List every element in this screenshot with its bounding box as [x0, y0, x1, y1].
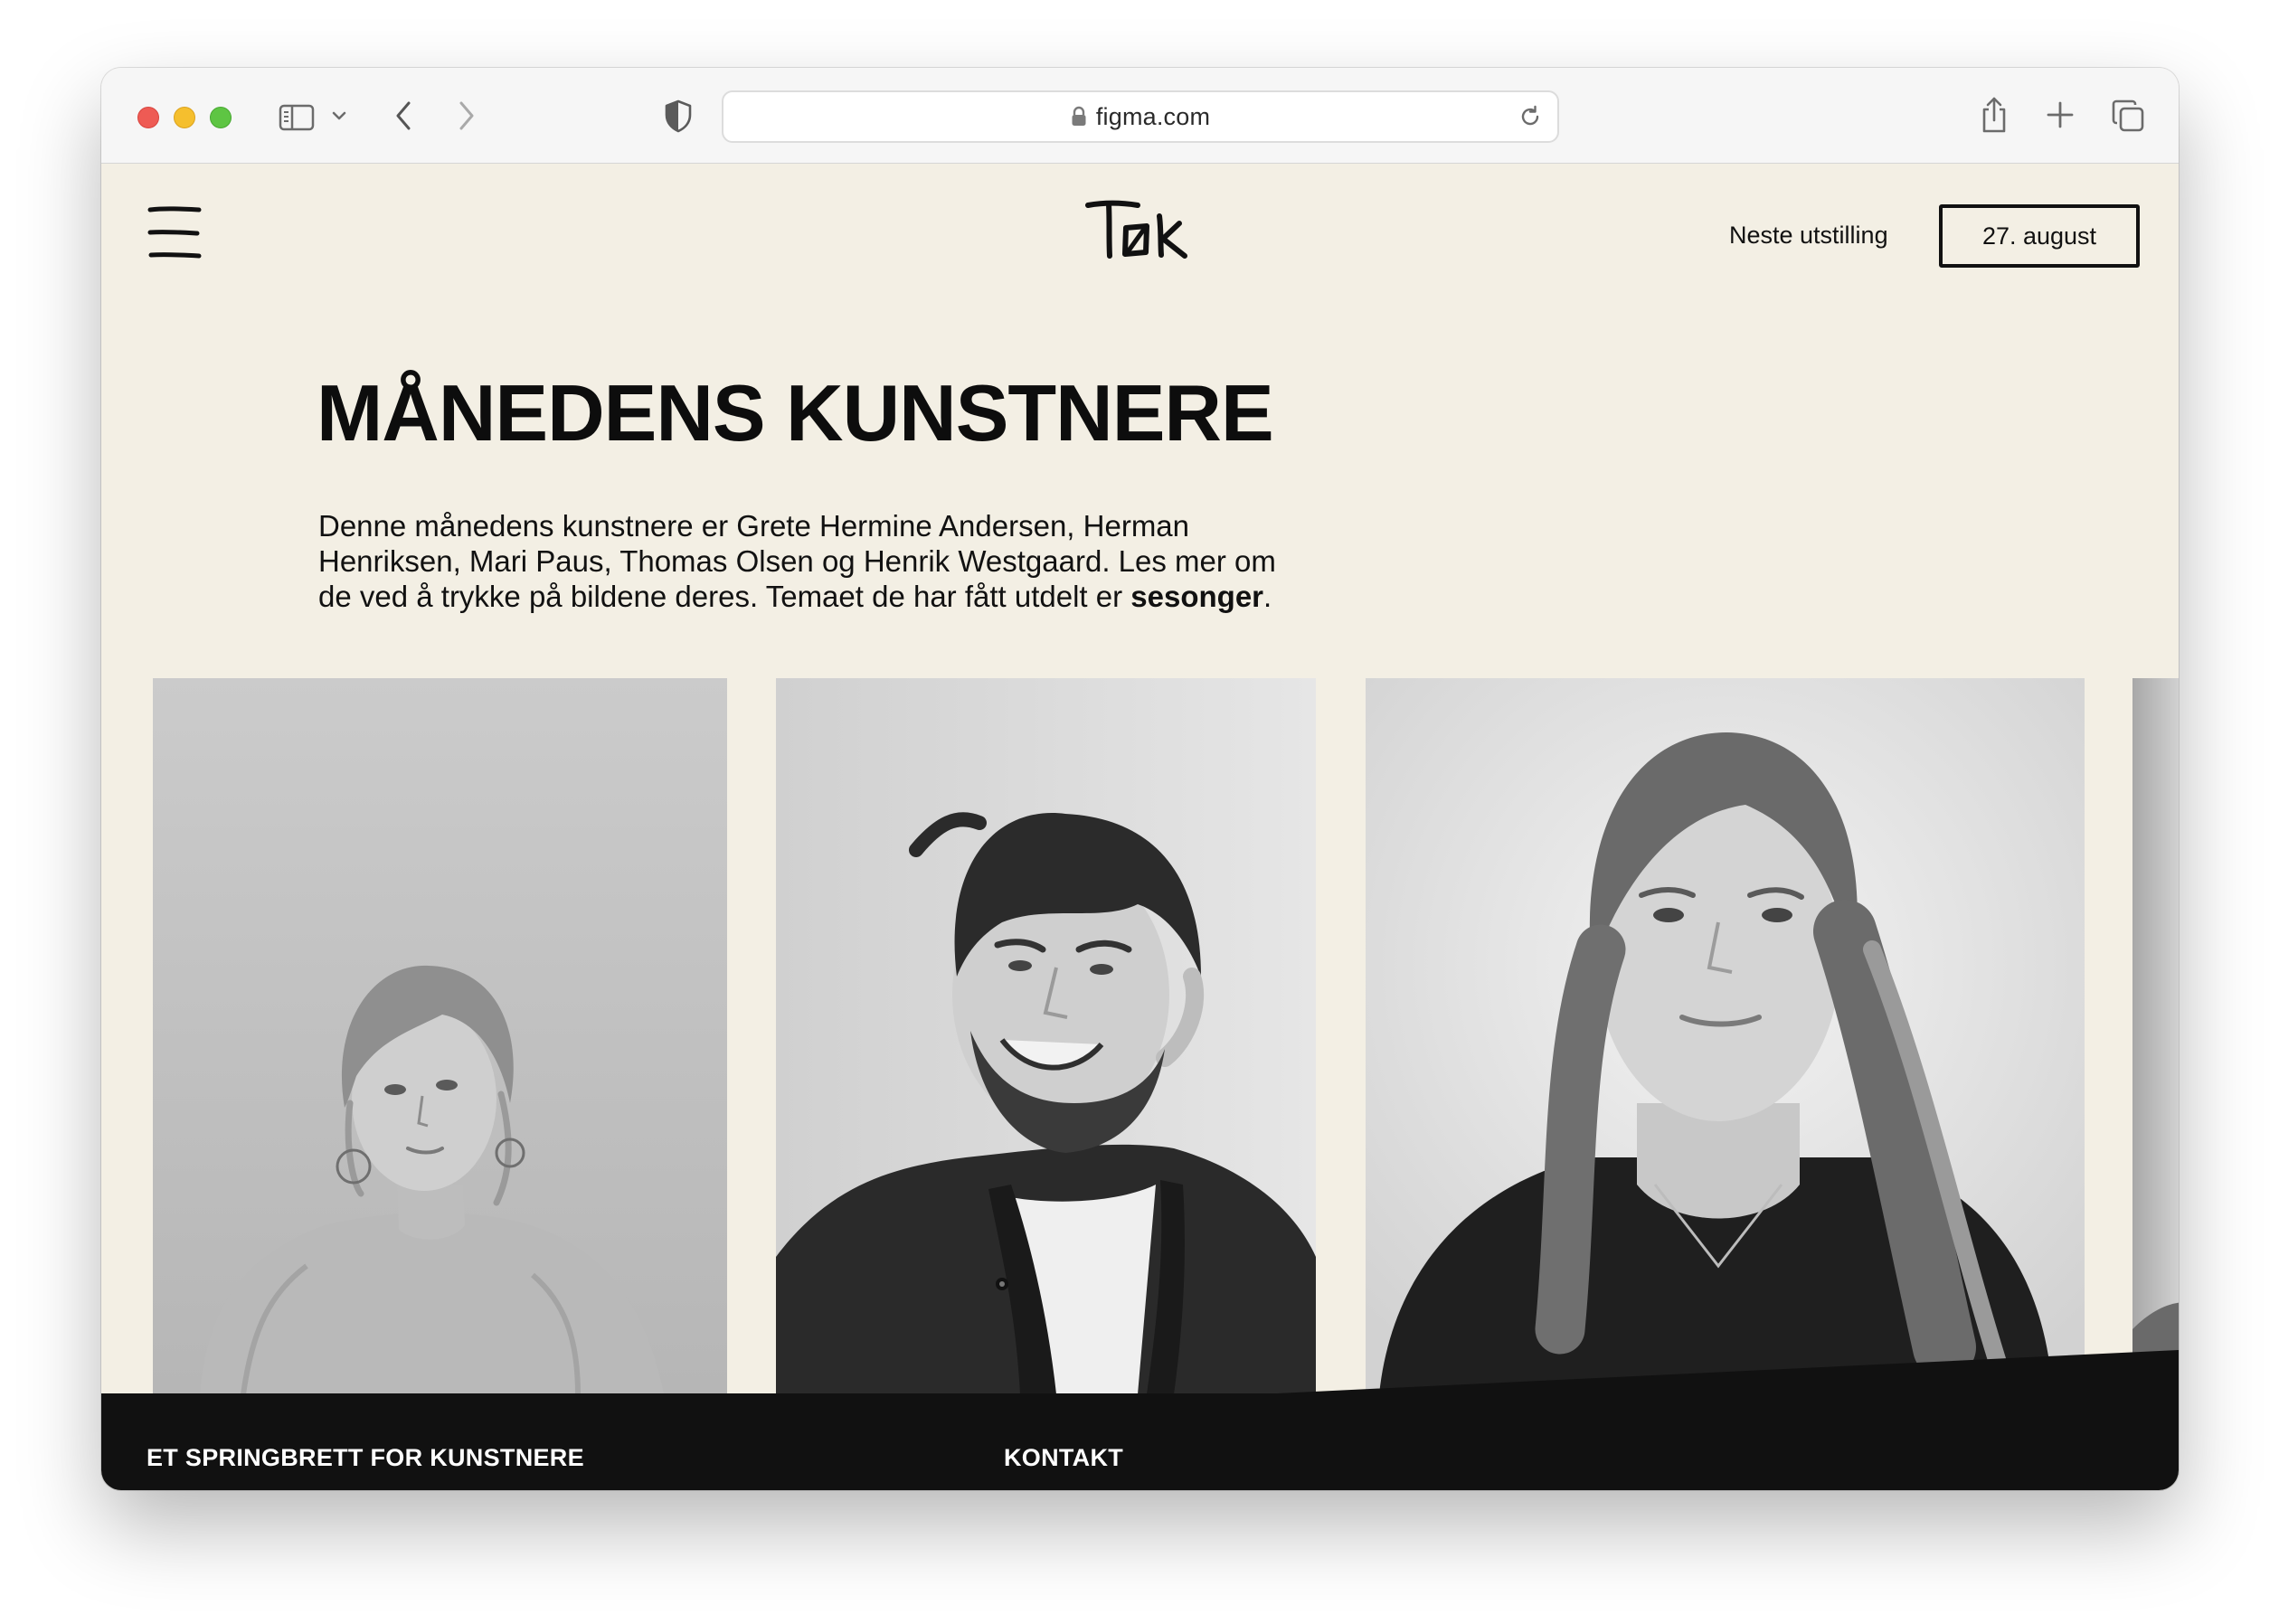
browser-toolbar: figma.com — [101, 68, 2179, 164]
page-title: MÅNEDENS KUNSTNERE — [317, 368, 1274, 458]
reload-icon[interactable] — [1518, 104, 1543, 129]
shield-icon[interactable] — [664, 99, 693, 133]
next-exhibition-label: Neste utstilling — [1729, 222, 1888, 249]
sidebar-icon[interactable] — [279, 104, 315, 131]
chevron-left-icon[interactable] — [392, 99, 414, 133]
intro-end: . — [1263, 580, 1272, 613]
footer: ET SPRINGBRETT FOR KUNSTNERE KONTAKT — [101, 1393, 2179, 1490]
browser-window: figma.com Neste utstilling 27. august MÅ… — [101, 68, 2179, 1490]
zoom-window-button[interactable] — [210, 107, 232, 128]
share-icon[interactable] — [1979, 95, 2009, 135]
lock-icon — [1072, 106, 1086, 126]
intro-theme: sesonger — [1130, 580, 1264, 613]
plus-icon[interactable] — [2046, 100, 2075, 129]
chevron-down-icon[interactable] — [331, 109, 347, 122]
hamburger-menu-icon[interactable] — [147, 204, 203, 260]
artist-photo-3[interactable] — [1366, 678, 2085, 1394]
chevron-right-icon[interactable] — [456, 99, 478, 133]
footer-heading-contact: KONTAKT — [1004, 1444, 1124, 1471]
footer-heading-about: ET SPRINGBRETT FOR KUNSTNERE — [147, 1444, 584, 1471]
tak-logo[interactable] — [1085, 198, 1194, 261]
artist-photo-2[interactable] — [776, 678, 1316, 1394]
next-exhibition-date-button[interactable]: 27. august — [1939, 204, 2140, 268]
page: Neste utstilling 27. august MÅNEDENS KUN… — [101, 164, 2179, 1490]
close-window-button[interactable] — [137, 107, 159, 128]
artist-photo-4[interactable] — [2132, 678, 2179, 1394]
minimize-window-button[interactable] — [174, 107, 195, 128]
artist-photo-1[interactable] — [153, 678, 727, 1394]
address-bar[interactable]: figma.com — [722, 90, 1559, 143]
tab-overview-icon[interactable] — [2111, 99, 2145, 133]
intro-paragraph: Denne månedens kunstnere er Grete Hermin… — [318, 508, 1295, 614]
url-text: figma.com — [1095, 102, 1211, 130]
